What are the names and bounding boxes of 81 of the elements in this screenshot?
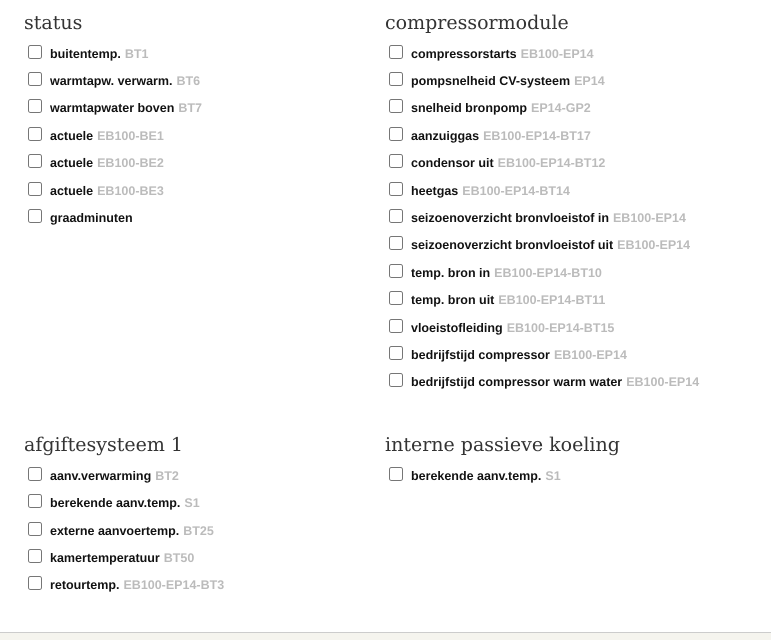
checkbox[interactable] bbox=[389, 44, 403, 59]
checkbox[interactable] bbox=[28, 466, 42, 481]
section-heading: status bbox=[24, 11, 84, 36]
sensor-label[interactable]: bedrijfstijd compressor warm water bbox=[411, 375, 622, 390]
sensor-code: EB100-EP14 bbox=[626, 375, 700, 390]
sensor-label[interactable]: vloeistofleiding bbox=[411, 320, 503, 335]
section-heading: interne passieve koeling bbox=[385, 433, 621, 458]
checkbox[interactable] bbox=[28, 576, 42, 590]
sensor-label[interactable]: kamertemperatuur bbox=[50, 550, 160, 565]
checkbox[interactable] bbox=[389, 466, 403, 481]
sensor-label[interactable]: condensor uit bbox=[411, 156, 494, 170]
checkbox[interactable] bbox=[389, 318, 403, 333]
sensor-code: EP14 bbox=[574, 74, 605, 88]
sensor-label[interactable]: compressorstarts bbox=[411, 46, 517, 61]
sensor-label[interactable]: seizoenoverzicht bronvloeistof uit bbox=[411, 238, 614, 252]
sensor-label[interactable]: aanv.verwarming bbox=[50, 468, 152, 483]
sensor-label[interactable]: actuele bbox=[50, 184, 94, 198]
sensor-code: BT2 bbox=[155, 468, 179, 483]
sensor-label[interactable]: snelheid bronpomp bbox=[411, 101, 527, 116]
checkbox[interactable] bbox=[389, 182, 403, 196]
checkbox[interactable] bbox=[28, 522, 42, 536]
sensor-code: S1 bbox=[184, 496, 200, 510]
sensor-label[interactable]: externe aanvoertemp. bbox=[50, 524, 180, 538]
checkbox[interactable] bbox=[389, 346, 403, 360]
checkbox[interactable] bbox=[28, 494, 42, 508]
sensor-code: EB100-EP14-BT15 bbox=[506, 320, 614, 335]
checkbox[interactable] bbox=[389, 236, 403, 250]
checkbox[interactable] bbox=[389, 72, 403, 86]
checkbox[interactable] bbox=[28, 548, 42, 563]
sensor-code: EB100-EP14-BT14 bbox=[462, 184, 570, 198]
sensor-label[interactable]: berekende aanv.temp. bbox=[50, 496, 180, 510]
sensor-label[interactable]: actuele bbox=[50, 156, 94, 170]
sensor-code: EB100-BE2 bbox=[97, 156, 164, 170]
sensor-label[interactable]: aanzuiggas bbox=[411, 128, 480, 143]
sensor-code: EB100-EP14 bbox=[554, 348, 627, 362]
sensor-label[interactable]: temp. bron uit bbox=[411, 293, 494, 308]
sensor-label[interactable]: retourtemp. bbox=[50, 578, 120, 592]
checkbox[interactable] bbox=[28, 154, 42, 168]
checkbox[interactable] bbox=[28, 99, 42, 114]
sensor-code: EB100-EP14-BT11 bbox=[498, 293, 606, 308]
checkbox[interactable] bbox=[389, 126, 403, 141]
section-heading: compressormodule bbox=[385, 11, 570, 36]
checkbox[interactable] bbox=[389, 99, 403, 114]
sensor-label[interactable]: buitentemp. bbox=[50, 46, 121, 61]
sensor-code: BT50 bbox=[164, 550, 194, 565]
sensor-label[interactable]: berekende aanv.temp. bbox=[411, 468, 542, 483]
sensor-code: BT25 bbox=[183, 524, 214, 538]
sensor-code: EB100-EP14-BT17 bbox=[483, 128, 591, 143]
sensor-label[interactable]: seizoenoverzicht bronvloeistof in bbox=[411, 211, 609, 226]
sensor-label[interactable]: warmtapwater boven bbox=[50, 101, 174, 116]
sensor-label[interactable]: graadminuten bbox=[50, 211, 133, 226]
sensor-label[interactable]: pompsnelheid CV-systeem bbox=[411, 74, 570, 88]
sensor-code: EB100-EP14-BT10 bbox=[494, 266, 602, 280]
checkbox[interactable] bbox=[389, 291, 403, 306]
sensor-code: EB100-BE3 bbox=[97, 184, 164, 198]
sensor-code: EB100-BE1 bbox=[97, 128, 164, 143]
sensor-label[interactable]: actuele bbox=[50, 128, 94, 143]
sensor-code: EP14-GP2 bbox=[530, 101, 591, 116]
checkbox[interactable] bbox=[389, 264, 403, 278]
sensor-label[interactable]: temp. bron in bbox=[411, 266, 490, 280]
checkbox[interactable] bbox=[389, 373, 403, 388]
checkbox[interactable] bbox=[389, 154, 403, 168]
sensor-code: S1 bbox=[545, 468, 561, 483]
sensor-code: EB100-EP14 bbox=[520, 46, 594, 61]
checkbox[interactable] bbox=[389, 209, 403, 224]
sensor-label[interactable]: bedrijfstijd compressor bbox=[411, 348, 550, 362]
sensor-code: BT7 bbox=[178, 101, 202, 116]
checkbox[interactable] bbox=[28, 209, 42, 224]
sensor-code: EB100-EP14 bbox=[612, 211, 686, 226]
checkbox[interactable] bbox=[28, 182, 42, 196]
checkbox[interactable] bbox=[28, 44, 42, 59]
section-heading: afgiftesysteem 1 bbox=[24, 433, 184, 458]
sensor-code: BT6 bbox=[176, 74, 200, 88]
sensor-code: EB100-EP14-BT12 bbox=[498, 156, 606, 170]
checkbox[interactable] bbox=[28, 126, 42, 141]
sensor-code: EB100-EP14 bbox=[617, 238, 690, 252]
sensor-code: EB100-EP14-BT3 bbox=[123, 578, 224, 592]
sensor-code: BT1 bbox=[124, 46, 148, 61]
checkbox[interactable] bbox=[28, 72, 42, 86]
sensor-label[interactable]: heetgas bbox=[411, 184, 458, 198]
sensor-label[interactable]: warmtapw. verwarm. bbox=[50, 74, 173, 88]
